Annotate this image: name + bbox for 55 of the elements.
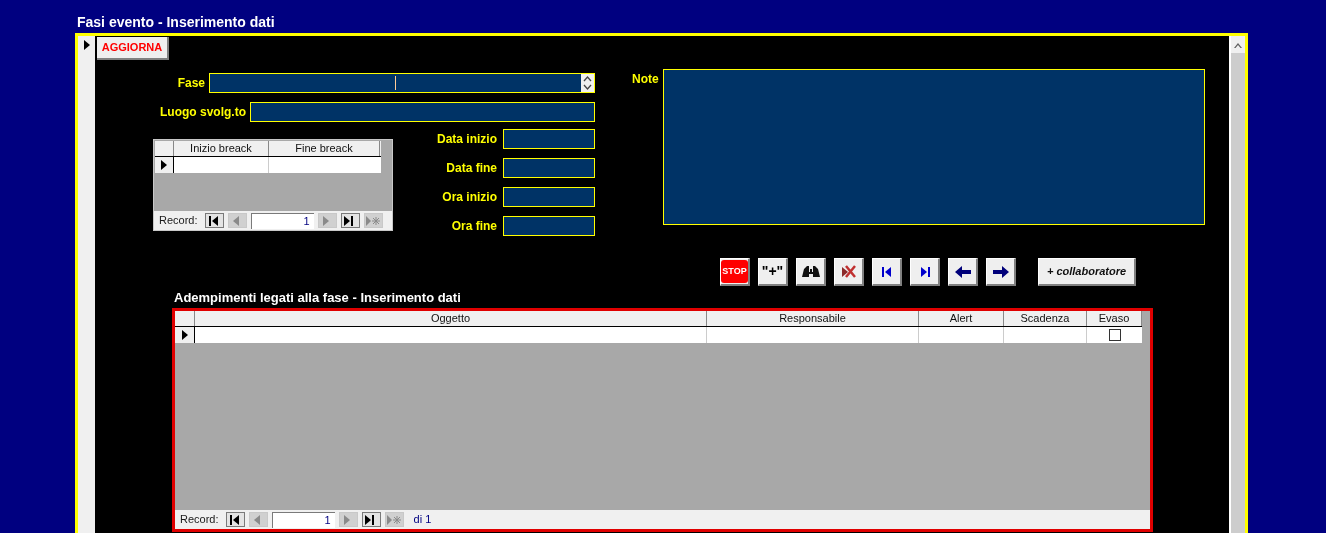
field-label: Luogo svolg.to xyxy=(159,104,247,121)
window-title: Fasi evento - Inserimento dati xyxy=(77,14,275,30)
field-label: Fase xyxy=(176,75,206,92)
current-record-icon xyxy=(181,330,188,340)
first-record-icon xyxy=(881,265,892,278)
delete-record-icon xyxy=(840,264,857,279)
date-field[interactable] xyxy=(503,187,595,207)
date-field[interactable] xyxy=(503,216,595,236)
date-field[interactable] xyxy=(503,158,595,178)
record-selector[interactable] xyxy=(155,157,174,173)
add-collaborator-button[interactable]: + collaboratore xyxy=(1038,258,1136,286)
column-header[interactable]: Oggetto xyxy=(195,311,707,326)
last-record-button[interactable] xyxy=(340,213,360,228)
binoculars-icon xyxy=(801,264,820,279)
record-label: Record: xyxy=(159,213,198,229)
find-button[interactable] xyxy=(796,258,826,286)
record-selector-icon xyxy=(83,40,90,50)
column-header[interactable]: Responsabile xyxy=(707,311,919,326)
new-record-icon xyxy=(387,513,402,526)
first-record-button[interactable] xyxy=(225,512,245,527)
record-number-field[interactable]: 1 xyxy=(271,511,335,528)
record-total: di 1 xyxy=(413,512,432,528)
column-header[interactable]: Evaso xyxy=(1087,311,1142,326)
first-record-button[interactable] xyxy=(204,213,224,228)
last-record-icon xyxy=(919,265,930,278)
current-record-icon xyxy=(161,160,167,170)
next-button[interactable] xyxy=(986,258,1016,286)
add-button[interactable]: "+" xyxy=(758,258,788,286)
column-header[interactable]: Scadenza xyxy=(1004,311,1087,326)
phase-combo-box[interactable] xyxy=(209,73,595,93)
new-record-icon xyxy=(366,214,381,227)
text-cursor-icon xyxy=(395,76,396,90)
field-label: Ora fine xyxy=(450,218,498,235)
location-field[interactable] xyxy=(250,102,595,122)
delete-button[interactable] xyxy=(834,258,864,286)
last-record-button[interactable] xyxy=(361,512,381,527)
evaso-checkbox[interactable] xyxy=(1108,329,1121,341)
record-label: Record: xyxy=(180,512,219,528)
record-number-field[interactable]: 1 xyxy=(250,212,314,229)
spin-arrows-icon xyxy=(581,74,594,92)
right-arrow-icon xyxy=(992,265,1009,278)
record-selector[interactable] xyxy=(175,327,195,343)
column-header[interactable]: Alert xyxy=(919,311,1004,326)
note-field[interactable] xyxy=(663,69,1205,225)
field-label: Data inizio xyxy=(436,131,498,148)
field-label: Data fine xyxy=(445,160,498,177)
column-header[interactable]: Fine breack xyxy=(269,141,380,156)
date-field[interactable] xyxy=(503,129,595,149)
previous-button[interactable] xyxy=(948,258,978,286)
field-label: Ora inizio xyxy=(441,189,498,206)
column-header[interactable]: Inizio breack xyxy=(174,141,269,156)
left-arrow-icon xyxy=(954,265,971,278)
section-title: Adempimenti legati alla fase - Inserimento dati xyxy=(174,290,462,306)
note-label: Note xyxy=(632,71,660,88)
scroll-up-icon xyxy=(1234,41,1242,48)
